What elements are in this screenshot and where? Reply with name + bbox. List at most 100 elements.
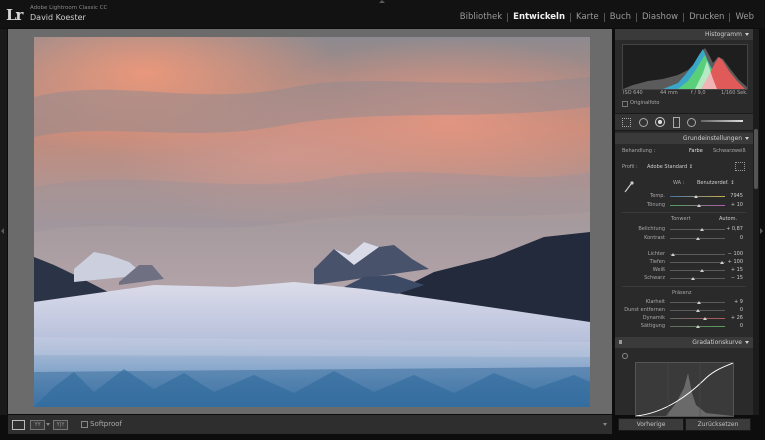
module-library[interactable]: Bibliothek: [455, 13, 507, 22]
tone-auto-button[interactable]: Autom.: [719, 216, 737, 222]
develop-right-panel: Histogramm ISO 640 44 mm f / 9,0 1/160 S…: [615, 29, 753, 431]
previous-button[interactable]: Vorherige: [618, 418, 684, 431]
module-develop[interactable]: Entwickeln: [507, 13, 570, 22]
whites-label: Weiß: [652, 267, 665, 273]
temp-slider-knob[interactable]: [694, 195, 699, 198]
vibrance-slider-knob[interactable]: [702, 317, 707, 320]
profile-dropdown[interactable]: Adobe Standard ↕: [647, 164, 693, 170]
histogram-chart[interactable]: [622, 44, 748, 90]
dehaze-slider-knob[interactable]: [695, 309, 700, 312]
contrast-value[interactable]: 0: [723, 235, 743, 241]
module-book[interactable]: Buch: [603, 13, 636, 22]
exposure-slider-track[interactable]: [670, 229, 725, 230]
tone-curve-header[interactable]: Gradationskurve: [615, 337, 753, 348]
tint-slider-knob[interactable]: [696, 204, 701, 207]
histogram-title: Histogramm: [705, 31, 742, 38]
module-slideshow[interactable]: Diashow: [636, 13, 683, 22]
highlights-slider-track[interactable]: [670, 254, 725, 255]
blacks-value[interactable]: − 15: [723, 275, 743, 281]
highlights-slider-knob[interactable]: [670, 253, 675, 256]
dehaze-value[interactable]: 0: [723, 307, 743, 313]
tint-value[interactable]: + 10: [723, 202, 743, 208]
wb-dropdown[interactable]: Benutzerdef. ↕: [697, 180, 735, 186]
exposure-slider-knob[interactable]: [699, 228, 704, 231]
top-bar: Lr Adobe Lightroom Classic CC David Koes…: [0, 0, 765, 28]
target-adjust-icon[interactable]: [622, 353, 628, 359]
dehaze-label: Dunst entfernen: [624, 307, 665, 313]
expand-right-scroll-icon[interactable]: [760, 228, 763, 234]
crop-tool-icon[interactable]: [622, 118, 631, 127]
collapse-top-panel-icon[interactable]: [379, 0, 385, 3]
photo-preview[interactable]: [34, 37, 590, 407]
clarity-slider-knob[interactable]: [697, 301, 702, 304]
spot-removal-icon[interactable]: [639, 118, 648, 127]
shadows-value[interactable]: + 100: [723, 259, 743, 265]
basic-panel-title: Grundeinstellungen: [682, 135, 742, 142]
wb-label: WA :: [673, 180, 685, 186]
before-after-dropdown-icon[interactable]: [46, 423, 50, 426]
glacier-photo: [34, 37, 590, 407]
tone-curve-toggle-icon[interactable]: [619, 340, 622, 344]
vibrance-slider-track[interactable]: [670, 318, 725, 319]
before-after-view-icon[interactable]: YY: [30, 420, 45, 430]
vibrance-label: Dynamik: [642, 315, 665, 321]
original-photo-checkbox[interactable]: [622, 101, 628, 107]
radial-filter-icon[interactable]: [687, 118, 696, 127]
profile-browser-icon[interactable]: [735, 162, 745, 171]
white-balance-picker-icon[interactable]: [624, 178, 634, 193]
module-map[interactable]: Karte: [570, 13, 604, 22]
scrollbar-thumb[interactable]: [754, 129, 758, 189]
presence-section-label: Präsenz: [672, 290, 692, 296]
vibrance-value[interactable]: + 26: [723, 315, 743, 321]
clarity-value[interactable]: + 9: [723, 299, 743, 305]
shadows-label: Tiefen: [649, 259, 665, 265]
softproof-checkbox[interactable]: [81, 421, 88, 428]
adjustment-brush-icon[interactable]: [701, 120, 743, 122]
module-print[interactable]: Drucken: [683, 13, 729, 22]
tint-label: Tönung: [646, 202, 665, 208]
basic-panel-header[interactable]: Grundeinstellungen: [615, 133, 753, 144]
reset-button[interactable]: Zurücksetzen: [685, 418, 751, 431]
blacks-slider-track[interactable]: [670, 278, 725, 279]
whites-slider-track[interactable]: [670, 270, 725, 271]
blacks-label: Schwarz: [644, 275, 665, 281]
histogram-aperture: f / 9,0: [691, 90, 706, 96]
swap-before-after-icon[interactable]: Y|Y: [53, 420, 68, 430]
user-name: David Koester: [30, 13, 86, 22]
right-panel-scrollbar[interactable]: [753, 29, 759, 415]
red-eye-icon[interactable]: [655, 117, 665, 127]
whites-slider-knob[interactable]: [699, 269, 704, 272]
module-web[interactable]: Web: [729, 13, 759, 22]
contrast-slider-knob[interactable]: [695, 237, 700, 240]
saturation-slider-knob[interactable]: [695, 325, 700, 328]
shadows-slider-track[interactable]: [670, 262, 725, 263]
clarity-label: Klarheit: [645, 299, 665, 305]
histogram-header[interactable]: Histogramm: [615, 29, 753, 40]
lightroom-logo: Lr: [6, 6, 23, 24]
treatment-bw-option[interactable]: Schwarzweiß: [713, 148, 746, 154]
app-name: Adobe Lightroom Classic CC: [30, 5, 108, 11]
graduated-filter-icon[interactable]: [673, 117, 680, 128]
saturation-value[interactable]: 0: [723, 323, 743, 329]
temp-value[interactable]: 7945: [723, 193, 743, 199]
loupe-view-icon[interactable]: [12, 420, 25, 430]
tone-section-label: Tonwert: [671, 216, 691, 222]
bottom-toolbar: YY Y|Y Softproof: [8, 415, 612, 434]
treatment-color-option[interactable]: Farbe: [689, 148, 703, 154]
blacks-slider-knob[interactable]: [691, 277, 696, 280]
highlights-label: Lichter: [647, 251, 665, 257]
collapse-tone-curve-icon[interactable]: [745, 341, 749, 344]
whites-value[interactable]: + 15: [723, 267, 743, 273]
highlights-value[interactable]: − 100: [723, 251, 743, 257]
tone-curve-chart[interactable]: [635, 362, 734, 417]
original-photo-label: Originalfoto: [630, 100, 660, 106]
exposure-value[interactable]: + 0,87: [723, 226, 743, 232]
histogram-graphic: [623, 48, 747, 89]
toolbar-menu-icon[interactable]: [603, 423, 607, 426]
tone-curve-title: Gradationskurve: [692, 339, 742, 346]
expand-left-panel-icon[interactable]: [1, 228, 4, 234]
histogram-focal-length: 44 mm: [660, 90, 678, 96]
collapse-histogram-icon[interactable]: [745, 33, 749, 36]
collapse-basic-icon[interactable]: [745, 137, 749, 140]
left-panel-collapsed: [0, 29, 7, 415]
